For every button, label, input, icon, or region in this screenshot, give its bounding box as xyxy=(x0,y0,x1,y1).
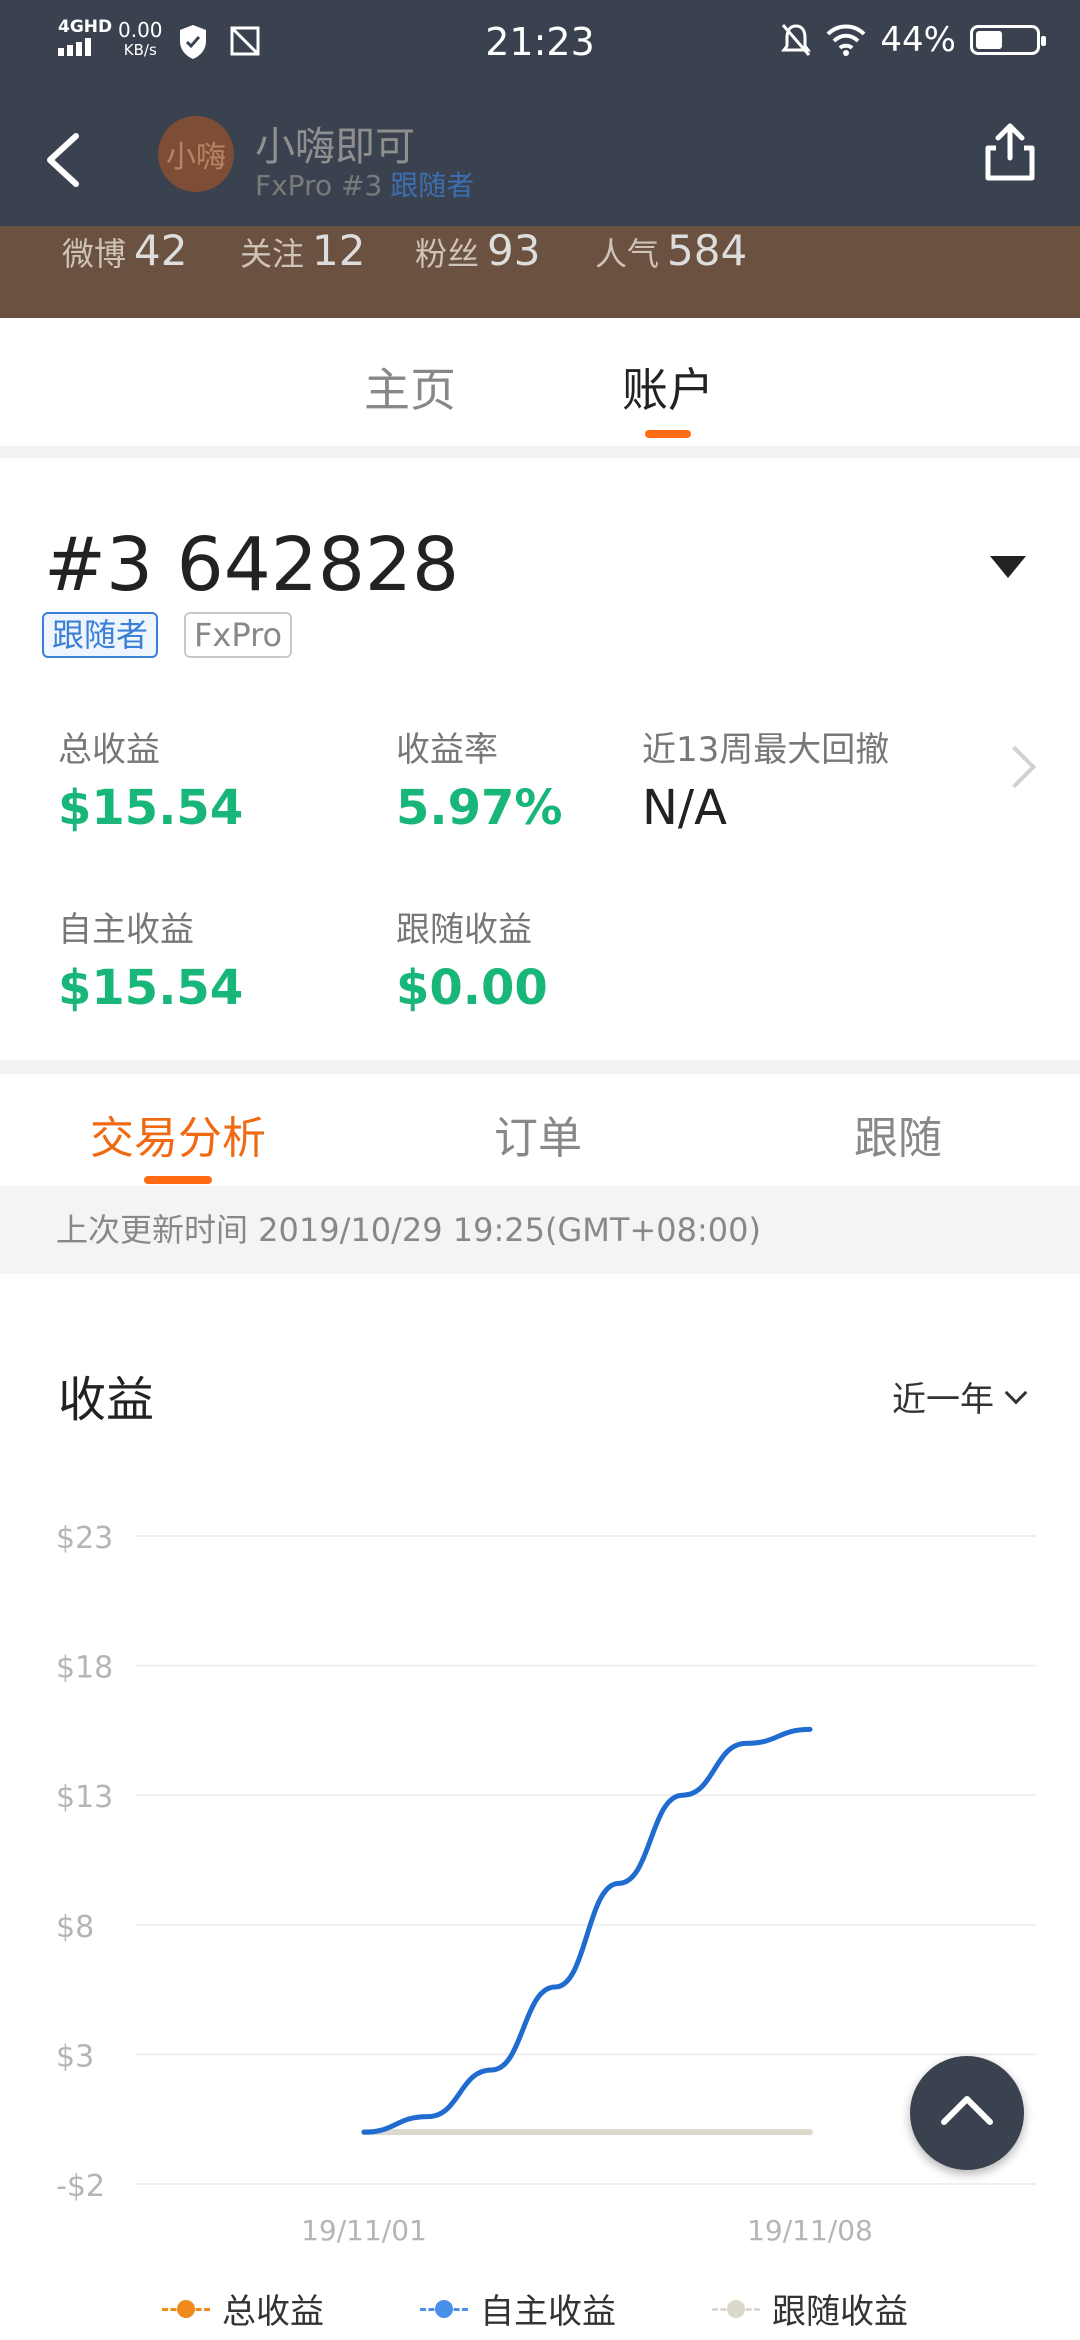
profile-stats: 微博 42 关注 12 粉丝 93 人气 584 xyxy=(0,226,1080,318)
period-selector[interactable]: 近一年 xyxy=(892,1372,1028,1421)
legend-label: 总收益 xyxy=(222,2292,324,2332)
tab-trade-analysis[interactable]: 交易分析 xyxy=(90,1102,266,1184)
tab-indicator xyxy=(144,1176,212,1184)
stat-value: 93 xyxy=(487,226,541,275)
y-tick-label: $23 xyxy=(56,1521,113,1556)
stat-following[interactable]: 关注 12 xyxy=(240,226,365,275)
metric-self-value: $15.54 xyxy=(58,960,244,1016)
x-tick-label: 19/11/08 xyxy=(747,2214,873,2247)
divider xyxy=(0,446,1080,458)
metric-rate-label: 收益率 xyxy=(396,730,498,770)
share-icon[interactable] xyxy=(980,118,1040,188)
last-update-text: 上次更新时间 2019/10/29 19:25(GMT+08:00) xyxy=(0,1186,1080,1274)
main-tabs: 主页 账户 xyxy=(0,318,1080,446)
series-line-self xyxy=(361,1726,813,2135)
y-tick-label: $18 xyxy=(56,1651,113,1686)
x-tick-label: 19/11/01 xyxy=(301,2214,427,2247)
tab-follow[interactable]: 跟随 xyxy=(854,1102,942,1166)
battery-icon xyxy=(970,25,1046,55)
chevron-up-icon xyxy=(941,2096,993,2125)
stat-popularity: 人气 584 xyxy=(595,226,747,275)
tab-indicator xyxy=(645,430,691,438)
tab-home[interactable]: 主页 xyxy=(364,354,456,420)
chevron-right-icon[interactable] xyxy=(993,745,1037,789)
stat-fans[interactable]: 粉丝 93 xyxy=(415,226,540,275)
tab-label: 跟随 xyxy=(854,1113,942,1164)
tab-label: 主页 xyxy=(364,363,456,417)
stat-label: 关注 xyxy=(240,235,305,273)
metric-follow-value: $0.00 xyxy=(396,960,548,1016)
stat-label: 粉丝 xyxy=(415,235,480,273)
tab-orders[interactable]: 订单 xyxy=(494,1102,582,1166)
stat-value: 42 xyxy=(134,226,188,275)
legend-marker-icon xyxy=(712,2299,760,2319)
chart-legend: 总收益 自主收益 跟随收益 xyxy=(0,2284,1080,2340)
legend-label: 自主收益 xyxy=(480,2292,616,2332)
battery-level xyxy=(976,31,1002,49)
stat-value: 584 xyxy=(667,226,748,275)
legend-total[interactable]: 总收益 xyxy=(162,2284,324,2333)
tab-label: 订单 xyxy=(494,1113,582,1164)
tab-label: 账户 xyxy=(622,363,714,417)
stat-value: 12 xyxy=(312,226,366,275)
y-tick-label: -$2 xyxy=(56,2169,105,2204)
legend-marker-icon xyxy=(420,2299,468,2319)
metric-drawdown-value: N/A xyxy=(642,780,727,836)
metric-self-label: 自主收益 xyxy=(58,910,194,950)
metric-total-value: $15.54 xyxy=(58,780,244,836)
stat-label: 微博 xyxy=(62,235,127,273)
mute-bell-icon xyxy=(781,24,812,56)
legend-self[interactable]: 自主收益 xyxy=(420,2284,616,2333)
status-right: 44% xyxy=(780,20,1046,60)
legend-label: 跟随收益 xyxy=(772,2292,908,2332)
scroll-top-button[interactable] xyxy=(910,2056,1024,2170)
metric-total-label: 总收益 xyxy=(58,730,160,770)
status-bar: 4GHD 0.00 KB/s 21:23 44% xyxy=(0,0,1080,84)
legend-follow[interactable]: 跟随收益 xyxy=(712,2284,908,2333)
metric-follow-label: 跟随收益 xyxy=(396,910,532,950)
role-label: 跟随者 xyxy=(390,169,475,202)
profile-subtitle: FxPro #3 跟随者 xyxy=(255,164,474,204)
y-tick-label: $3 xyxy=(56,2039,94,2074)
account-title: #3 642828 xyxy=(44,522,460,608)
broker-account: FxPro #3 xyxy=(255,169,383,202)
tab-label: 交易分析 xyxy=(90,1113,266,1164)
chart-section-title: 收益 xyxy=(58,1372,155,1428)
chevron-down-icon xyxy=(1004,1381,1028,1404)
follower-tag: 跟随者 xyxy=(42,612,159,658)
tab-account[interactable]: 账户 xyxy=(622,354,714,438)
back-arrow-icon[interactable] xyxy=(36,124,96,194)
account-dropdown-icon[interactable] xyxy=(990,556,1026,578)
y-tick-label: $8 xyxy=(56,1910,94,1945)
stat-label: 人气 xyxy=(595,235,660,273)
period-label: 近一年 xyxy=(892,1380,994,1420)
wifi-icon xyxy=(827,24,866,56)
broker-tag: FxPro xyxy=(184,612,293,658)
profile-header: 小嗨 小嗨即可 FxPro #3 跟随者 xyxy=(0,84,1080,226)
metric-drawdown-label: 近13周最大回撤 xyxy=(642,730,890,770)
battery-percent: 44% xyxy=(880,20,956,60)
y-tick-label: $13 xyxy=(56,1780,113,1815)
metric-rate-value: 5.97% xyxy=(396,780,563,836)
legend-marker-icon xyxy=(162,2299,210,2319)
divider xyxy=(0,1060,1080,1074)
analysis-tabs: 交易分析 订单 跟随 xyxy=(0,1074,1080,1184)
stat-posts[interactable]: 微博 42 xyxy=(62,226,187,275)
avatar[interactable]: 小嗨 xyxy=(158,116,234,192)
